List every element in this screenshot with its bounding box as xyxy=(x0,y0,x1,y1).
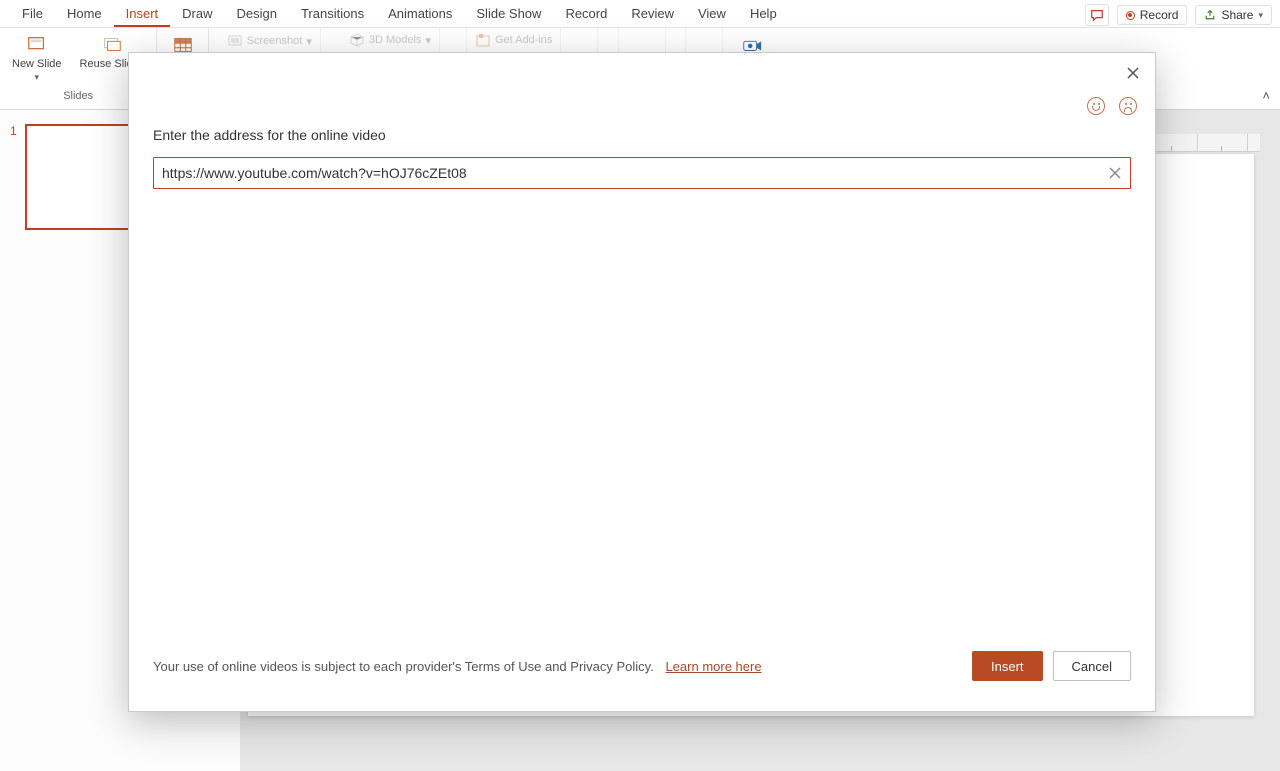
screenshot-label: Screenshot xyxy=(247,35,303,47)
chevron-down-icon: ▾ xyxy=(35,72,40,83)
collapse-ribbon[interactable]: ˄ xyxy=(1262,88,1270,103)
group-slides-label: Slides xyxy=(63,90,93,104)
share-button[interactable]: Share ▾ xyxy=(1195,5,1272,25)
learn-more-link[interactable]: Learn more here xyxy=(665,659,761,674)
tab-home[interactable]: Home xyxy=(55,2,114,27)
url-field[interactable] xyxy=(153,157,1131,189)
get-addins-button[interactable]: Get Add-ins xyxy=(475,32,552,48)
new-slide-label: New Slide xyxy=(12,58,62,70)
terms-label: Your use of online videos is subject to … xyxy=(153,659,654,674)
tab-file[interactable]: File xyxy=(10,2,55,27)
addins-icon xyxy=(475,32,491,48)
title-right-controls: Record Share ▾ xyxy=(1085,4,1272,26)
comments-button[interactable] xyxy=(1085,4,1109,26)
record-dot-icon xyxy=(1126,11,1135,20)
insert-button[interactable]: Insert xyxy=(972,651,1043,681)
tab-insert[interactable]: Insert xyxy=(114,2,171,27)
share-label: Share xyxy=(1221,8,1253,22)
tab-view[interactable]: View xyxy=(686,2,738,27)
chevron-down-icon: ▾ xyxy=(1258,10,1263,21)
dialog-close-button[interactable] xyxy=(1121,61,1145,85)
close-icon xyxy=(1126,66,1140,80)
new-slide-button[interactable]: New Slide ▾ xyxy=(8,32,66,85)
tab-help[interactable]: Help xyxy=(738,2,789,27)
tab-record[interactable]: Record xyxy=(553,2,619,27)
share-icon xyxy=(1204,9,1216,21)
reuse-slides-icon xyxy=(99,34,125,56)
tab-slideshow[interactable]: Slide Show xyxy=(464,2,553,27)
get-addins-label: Get Add-ins xyxy=(495,34,552,46)
tab-review[interactable]: Review xyxy=(619,2,686,27)
3d-models-label: 3D Models xyxy=(369,34,422,46)
comment-icon xyxy=(1090,8,1104,22)
tab-draw[interactable]: Draw xyxy=(170,2,224,27)
cube-icon xyxy=(349,32,365,48)
feedback-happy[interactable] xyxy=(1087,97,1105,115)
online-video-dialog: Enter the address for the online video Y… xyxy=(128,52,1156,712)
slide-number: 1 xyxy=(10,124,17,138)
cancel-button[interactable]: Cancel xyxy=(1053,651,1131,681)
dialog-label: Enter the address for the online video xyxy=(153,127,1131,143)
3d-models-button[interactable]: 3D Models▾ xyxy=(349,32,431,48)
record-button[interactable]: Record xyxy=(1117,5,1188,25)
tab-design[interactable]: Design xyxy=(225,2,289,27)
screenshot-icon xyxy=(227,33,243,49)
clear-input-button[interactable] xyxy=(1108,166,1122,180)
url-input[interactable] xyxy=(162,165,1108,181)
tab-animations[interactable]: Animations xyxy=(376,2,464,27)
tab-transitions[interactable]: Transitions xyxy=(289,2,376,27)
new-slide-icon xyxy=(24,34,50,56)
screenshot-button[interactable]: Screenshot▾ xyxy=(227,32,312,50)
feedback-buttons xyxy=(1087,97,1137,115)
record-label: Record xyxy=(1140,8,1179,22)
close-icon xyxy=(1108,166,1122,180)
feedback-sad[interactable] xyxy=(1119,97,1137,115)
terms-text: Your use of online videos is subject to … xyxy=(153,659,762,674)
